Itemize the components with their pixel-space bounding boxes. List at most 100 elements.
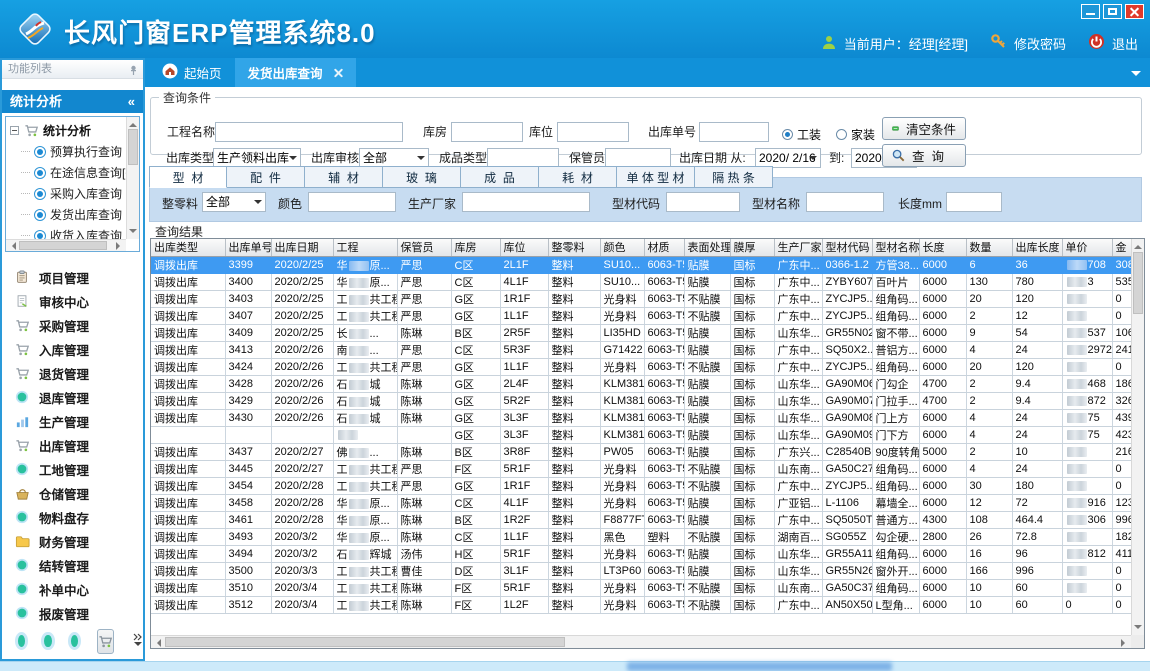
table-row[interactable]: 调拨出库34002020/2/25华原...严思C区4L1F整料SU10...6… bbox=[151, 273, 1131, 290]
part-type-select[interactable]: 全部 bbox=[202, 192, 266, 212]
sidebar-menu-item[interactable]: 项目管理 bbox=[4, 266, 141, 288]
length-input[interactable] bbox=[946, 192, 1002, 212]
expander-icon[interactable] bbox=[10, 126, 19, 135]
profile-code-input[interactable] bbox=[666, 192, 740, 212]
tree-root[interactable]: 统计分析 bbox=[10, 120, 126, 141]
column-header[interactable]: 膜厚 bbox=[730, 239, 774, 256]
maximize-button[interactable] bbox=[1103, 4, 1122, 19]
keeper-input[interactable] bbox=[605, 148, 671, 168]
table-row[interactable]: 调拨出库34072020/2/25工共工程严思G区1L1F整料光身料6063-T… bbox=[151, 307, 1131, 324]
table-row[interactable]: 调拨出库34452020/2/27工共工程严思F区5R1F整料光身料6063-T… bbox=[151, 460, 1131, 477]
column-header[interactable]: 材质 bbox=[644, 239, 684, 256]
tab-home[interactable]: 起始页 bbox=[149, 58, 235, 87]
factory-input[interactable] bbox=[462, 192, 590, 212]
sidebar-menu-item[interactable]: 退货管理 bbox=[4, 362, 141, 384]
column-header[interactable]: 金 bbox=[1112, 239, 1131, 256]
table-row[interactable]: 调拨出库34372020/2/27佛...陈琳B区3R8F整料PW056063-… bbox=[151, 443, 1131, 460]
column-header[interactable]: 出库日期 bbox=[271, 239, 333, 256]
toolbar-more-chevron[interactable] bbox=[133, 633, 143, 650]
product-type-input[interactable] bbox=[487, 148, 559, 168]
minimize-button[interactable] bbox=[1081, 4, 1100, 19]
sidebar-menu-item[interactable]: 物料盘存 bbox=[4, 506, 141, 528]
column-header[interactable]: 保管员 bbox=[397, 239, 451, 256]
sidebar-menu-item[interactable]: 审核中心 bbox=[4, 290, 141, 312]
tree-item[interactable]: 发货出库查询 bbox=[10, 204, 126, 225]
column-header[interactable]: 单价 bbox=[1062, 239, 1112, 256]
date-from-select[interactable]: 2020/ 2/16 bbox=[755, 148, 821, 168]
pin-icon[interactable] bbox=[129, 64, 138, 82]
table-row[interactable]: 调拨出库34302020/2/26石城陈琳G区3L3F整料KLM38176063… bbox=[151, 409, 1131, 426]
sidebar-menu-item[interactable]: 工地管理 bbox=[4, 458, 141, 480]
tree-item[interactable]: 收货入库查询 bbox=[10, 225, 126, 239]
table-row[interactable]: 调拨出库33992020/2/25华原...严思C区2L1F整料SU10...6… bbox=[151, 256, 1131, 273]
sidebar-menu-item[interactable]: 仓储管理 bbox=[4, 482, 141, 504]
table-row[interactable]: 调拨出库34242020/2/26工共工程严思G区1L1F整料光身料6063-T… bbox=[151, 358, 1131, 375]
toolbar-cart-button[interactable] bbox=[97, 629, 114, 654]
table-row[interactable]: 调拨出库34282020/2/26石城陈琳G区2L4F整料KLM38176063… bbox=[151, 375, 1131, 392]
material-tab[interactable]: 辅 材 bbox=[305, 166, 383, 188]
change-password-link[interactable]: 修改密码 bbox=[1014, 34, 1066, 53]
color-input[interactable] bbox=[308, 192, 396, 212]
tree-vertical-scrollbar[interactable] bbox=[126, 117, 139, 239]
material-tab[interactable]: 型 材 bbox=[149, 166, 227, 188]
table-row[interactable]: 调拨出库34542020/2/28工共工程严思G区1R1F整料光身料6063-T… bbox=[151, 477, 1131, 494]
column-header[interactable]: 长度 bbox=[919, 239, 966, 256]
clear-conditions-button[interactable]: 清空条件 bbox=[882, 117, 966, 140]
tab-close-icon[interactable] bbox=[334, 68, 343, 77]
column-header[interactable]: 出库长度 bbox=[1012, 239, 1062, 256]
radio-jiazhuang[interactable]: 家装 bbox=[836, 126, 875, 143]
grid-horizontal-scrollbar[interactable] bbox=[151, 635, 1131, 648]
tree-item[interactable]: 采购入库查询 bbox=[10, 183, 126, 204]
material-tab[interactable]: 耗 材 bbox=[539, 166, 617, 188]
tab-list-dropdown-icon[interactable] bbox=[1131, 71, 1141, 81]
sidebar-menu-item[interactable]: 生产管理 bbox=[4, 410, 141, 432]
column-header[interactable]: 生产厂家 bbox=[774, 239, 822, 256]
order-no-input[interactable] bbox=[699, 122, 769, 142]
column-header[interactable]: 型材名称 bbox=[872, 239, 919, 256]
material-tab[interactable]: 成 品 bbox=[461, 166, 539, 188]
column-header[interactable]: 出库类型 bbox=[151, 239, 225, 256]
sidebar-menu-item[interactable]: 财务管理 bbox=[4, 530, 141, 552]
table-row[interactable]: 调拨出库34942020/3/2石辉城汤伟H区5R1F整料光身料6063-T5贴… bbox=[151, 545, 1131, 562]
material-tab[interactable]: 玻 璃 bbox=[383, 166, 461, 188]
tree-horizontal-scrollbar[interactable] bbox=[6, 239, 126, 251]
sidebar-menu-item[interactable]: 采购管理 bbox=[4, 314, 141, 336]
tree-item[interactable]: 在途信息查询[待 bbox=[10, 162, 126, 183]
sidebar-section-header[interactable]: 统计分析 « bbox=[2, 90, 143, 113]
radio-gongzhuang[interactable]: 工装 bbox=[782, 126, 821, 143]
material-tab[interactable]: 隔 热 条 bbox=[695, 166, 773, 188]
location-input[interactable] bbox=[557, 122, 629, 142]
tree-item[interactable]: 预算执行查询 bbox=[10, 141, 126, 162]
toolbar-dot-icon[interactable] bbox=[18, 635, 25, 647]
profile-name-input[interactable] bbox=[806, 192, 884, 212]
column-header[interactable]: 工程 bbox=[333, 239, 397, 256]
column-header[interactable]: 表面处理 bbox=[684, 239, 730, 256]
search-button[interactable]: 查 询 bbox=[882, 144, 966, 167]
project-name-input[interactable] bbox=[215, 122, 403, 142]
material-tab[interactable]: 配 件 bbox=[227, 166, 305, 188]
audit-select[interactable]: 全部 bbox=[359, 148, 429, 168]
out-type-select[interactable]: 生产领料出库 bbox=[213, 148, 301, 168]
table-row[interactable]: 调拨出库34032020/2/25工共工程严思G区1R1F整料光身料6063-T… bbox=[151, 290, 1131, 307]
table-row[interactable]: 调拨出库34932020/3/2华原...陈琳C区1L1F整料黑色塑料不贴膜国标… bbox=[151, 528, 1131, 545]
table-row[interactable]: 调拨出库35122020/3/4工共工程陈琳F区1L2F整料光身料6063-T5… bbox=[151, 596, 1131, 613]
toolbar-dot-icon[interactable] bbox=[71, 635, 78, 647]
close-button[interactable] bbox=[1125, 4, 1144, 19]
table-row[interactable]: 调拨出库34612020/2/28华原...陈琳B区1R2F整料F8877FT6… bbox=[151, 511, 1131, 528]
column-header[interactable]: 库位 bbox=[500, 239, 548, 256]
sidebar-menu-item[interactable]: 结转管理 bbox=[4, 554, 141, 576]
table-row[interactable]: 调拨出库35002020/3/3工共工程曹佳D区3L1F整料LT3P606063… bbox=[151, 562, 1131, 579]
table-row[interactable]: 调拨出库35102020/3/4工共工程陈琳F区5R1F整料光身料6063-T5… bbox=[151, 579, 1131, 596]
toolbar-dot-icon[interactable] bbox=[44, 635, 51, 647]
column-header[interactable]: 型材代码 bbox=[822, 239, 872, 256]
warehouse-input[interactable] bbox=[451, 122, 523, 142]
sidebar-menu-item[interactable]: 出库管理 bbox=[4, 434, 141, 456]
column-header[interactable]: 整零料 bbox=[548, 239, 600, 256]
sidebar-menu-item[interactable]: 报废管理 bbox=[4, 602, 141, 624]
sidebar-menu-item[interactable]: 退库管理 bbox=[4, 386, 141, 408]
table-row[interactable]: G区3L3F整料KLM38176063-T5贴膜国标山东华...GA90M09.… bbox=[151, 426, 1131, 443]
sidebar-menu-item[interactable]: 补单中心 bbox=[4, 578, 141, 600]
table-row[interactable]: 调拨出库34132020/2/26南...严思C区5R3F整料G71422606… bbox=[151, 341, 1131, 358]
table-row[interactable]: 调拨出库34092020/2/25长...陈琳B区2R5F整料LI35HD606… bbox=[151, 324, 1131, 341]
column-header[interactable]: 库房 bbox=[451, 239, 500, 256]
